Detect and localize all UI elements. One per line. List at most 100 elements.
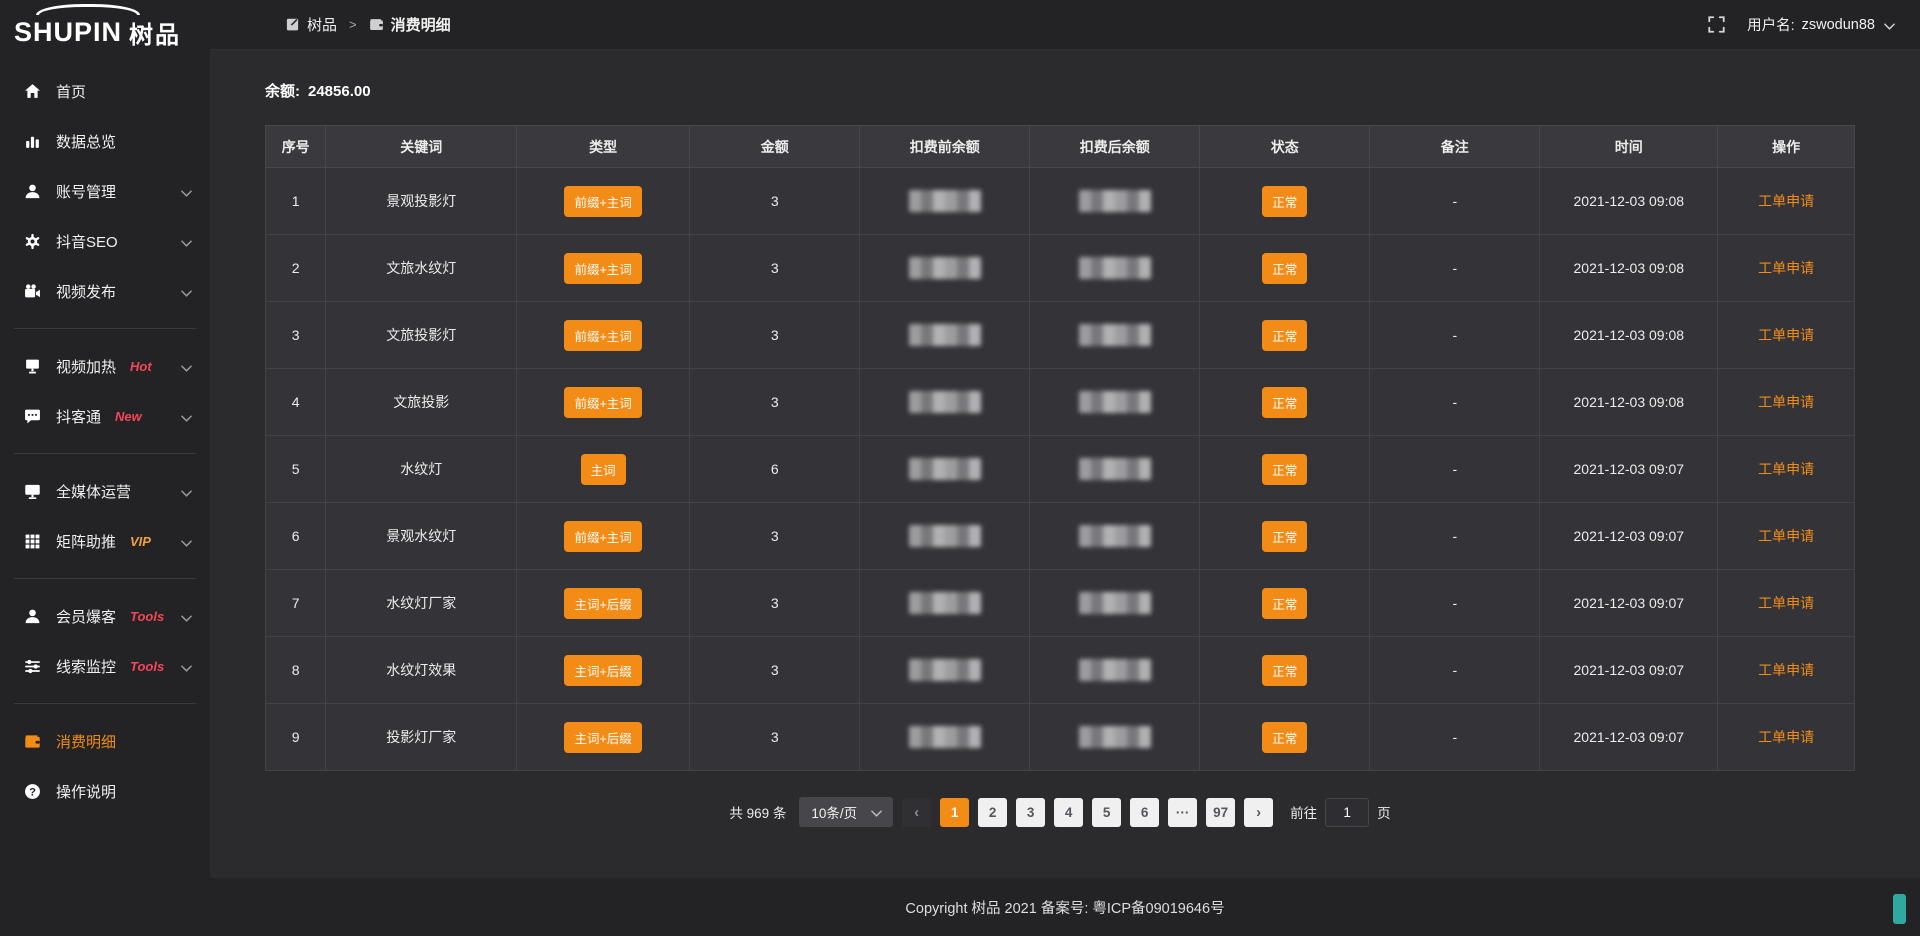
sidebar-item-video-publish[interactable]: 视频发布 (0, 266, 210, 316)
sidebar-divider (14, 703, 196, 704)
cell-amount: 3 (690, 704, 860, 771)
masked-value (909, 726, 981, 748)
table-row: 1景观投影灯前缀+主词3正常-2021-12-03 09:08工单申请 (266, 168, 1855, 235)
page-button-5[interactable]: 5 (1092, 798, 1121, 827)
sidebar-item-data-overview[interactable]: 数据总览 (0, 116, 210, 166)
sidebar-item-account-management[interactable]: 账号管理 (0, 166, 210, 216)
sidebar-item-video-heat[interactable]: 视频加热Hot (0, 341, 210, 391)
breadcrumb-item-shupin[interactable]: 树品 (285, 14, 337, 35)
cell-status: 正常 (1200, 436, 1370, 503)
logo-text-en: SHUPIN (14, 17, 122, 48)
column-header: 时间 (1540, 126, 1718, 168)
cell-keyword: 景观投影灯 (326, 168, 517, 235)
chevron-down-icon (181, 661, 192, 672)
masked-value (1079, 190, 1151, 212)
column-header: 状态 (1200, 126, 1370, 168)
sidebar-item-label: 首页 (56, 81, 86, 102)
cell-keyword: 文旅水纹灯 (326, 235, 517, 302)
page-button-3[interactable]: 3 (1016, 798, 1045, 827)
cell-time: 2021-12-03 09:08 (1540, 235, 1718, 302)
cell-balance-after (1030, 704, 1200, 771)
table-row: 6景观水纹灯前缀+主词3正常-2021-12-03 09:07工单申请 (266, 503, 1855, 570)
page-button-97[interactable]: 97 (1206, 798, 1235, 827)
work-order-link[interactable]: 工单申请 (1758, 461, 1814, 477)
work-order-link[interactable]: 工单申请 (1758, 193, 1814, 209)
masked-value (909, 525, 981, 547)
cell-type: 前缀+主词 (517, 235, 690, 302)
cell-time: 2021-12-03 09:07 (1540, 637, 1718, 704)
sidebar-item-clue-monitor[interactable]: 线索监控Tools (0, 641, 210, 691)
cell-status: 正常 (1200, 637, 1370, 704)
sidebar-divider (14, 328, 196, 329)
table-row: 7水纹灯厂家主词+后缀3正常-2021-12-03 09:07工单申请 (266, 570, 1855, 637)
cell-type: 前缀+主词 (517, 302, 690, 369)
sidebar-item-douyin-seo[interactable]: 抖音SEO (0, 216, 210, 266)
sidebar-item-media-operation[interactable]: 全媒体运营 (0, 466, 210, 516)
work-order-link[interactable]: 工单申请 (1758, 662, 1814, 678)
page-size-select[interactable]: 10条/页 (799, 797, 893, 827)
sidebar-item-member-burst[interactable]: 会员爆客Tools (0, 591, 210, 641)
cell-action: 工单申请 (1718, 704, 1855, 771)
type-badge: 主词+后缀 (564, 722, 641, 753)
page-button-2[interactable]: 2 (978, 798, 1007, 827)
logo-text-cn: 树品 (129, 15, 181, 50)
cell-time: 2021-12-03 09:07 (1540, 503, 1718, 570)
work-order-link[interactable]: 工单申请 (1758, 394, 1814, 410)
sidebar-item-label: 视频发布 (56, 281, 116, 302)
user-menu[interactable]: 用户名: zswodun88 (1747, 14, 1894, 35)
status-badge: 正常 (1262, 588, 1307, 619)
sidebar-item-matrix-boost[interactable]: 矩阵助推VIP (0, 516, 210, 566)
masked-value (1079, 525, 1151, 547)
sidebar-item-label: 抖客通 (56, 406, 101, 427)
sidebar-item-consumption-detail[interactable]: 消费明细 (0, 716, 210, 766)
cell-type: 前缀+主词 (517, 369, 690, 436)
sidebar-menu: 首页数据总览账号管理抖音SEO 视频发布视频加热Hot抖客通New 全媒体运营矩阵助… (0, 64, 210, 816)
work-order-link[interactable]: 工单申请 (1758, 595, 1814, 611)
cell-type: 主词 (517, 436, 690, 503)
sidebar-item-help[interactable]: ?操作说明 (0, 766, 210, 816)
sidebar-item-home[interactable]: 首页 (0, 66, 210, 116)
work-order-link[interactable]: 工单申请 (1758, 729, 1814, 745)
cell-no: 7 (266, 570, 326, 637)
prev-page-button[interactable]: ‹ (902, 798, 931, 827)
page-button-6[interactable]: 6 (1130, 798, 1159, 827)
cell-keyword: 水纹灯效果 (326, 637, 517, 704)
float-widget[interactable] (1893, 894, 1906, 924)
cell-balance-after (1030, 503, 1200, 570)
more-pages-button[interactable]: ··· (1168, 798, 1197, 827)
cell-action: 工单申请 (1718, 235, 1855, 302)
cell-no: 1 (266, 168, 326, 235)
cell-balance-after (1030, 637, 1200, 704)
breadcrumb-item-consumption-detail[interactable]: 消费明细 (369, 14, 451, 35)
user-icon (24, 183, 41, 200)
sidebar-item-tag: Hot (130, 359, 152, 374)
page-button-4[interactable]: 4 (1054, 798, 1083, 827)
cell-remark: - (1370, 503, 1540, 570)
table-row: 9投影灯厂家主词+后缀3正常-2021-12-03 09:07工单申请 (266, 704, 1855, 771)
work-order-link[interactable]: 工单申请 (1758, 260, 1814, 276)
cell-action: 工单申请 (1718, 436, 1855, 503)
goto-page-input[interactable] (1325, 798, 1369, 827)
masked-value (1079, 324, 1151, 346)
cell-action: 工单申请 (1718, 168, 1855, 235)
home-icon (24, 83, 41, 100)
masked-value (1079, 726, 1151, 748)
cell-action: 工单申请 (1718, 369, 1855, 436)
next-page-button[interactable]: › (1244, 798, 1273, 827)
cell-type: 主词+后缀 (517, 570, 690, 637)
logo-arc-decoration (36, 4, 140, 15)
work-order-link[interactable]: 工单申请 (1758, 327, 1814, 343)
chevron-down-icon (181, 486, 192, 497)
cell-balance-before (860, 168, 1030, 235)
work-order-link[interactable]: 工单申请 (1758, 528, 1814, 544)
sidebar: SHUPIN 树品 首页数据总览账号管理抖音SEO 视频发布视频加热Hot抖客通N… (0, 0, 210, 936)
masked-value (1079, 659, 1151, 681)
table-row: 2文旅水纹灯前缀+主词3正常-2021-12-03 09:08工单申请 (266, 235, 1855, 302)
page-button-1[interactable]: 1 (940, 798, 969, 827)
sidebar-item-douketong[interactable]: 抖客通New (0, 391, 210, 441)
wallet-icon (24, 733, 41, 750)
sidebar-item-label: 线索监控 (56, 656, 116, 677)
sidebar-item-label: 操作说明 (56, 781, 116, 802)
fullscreen-icon[interactable] (1708, 16, 1725, 33)
cell-balance-after (1030, 235, 1200, 302)
